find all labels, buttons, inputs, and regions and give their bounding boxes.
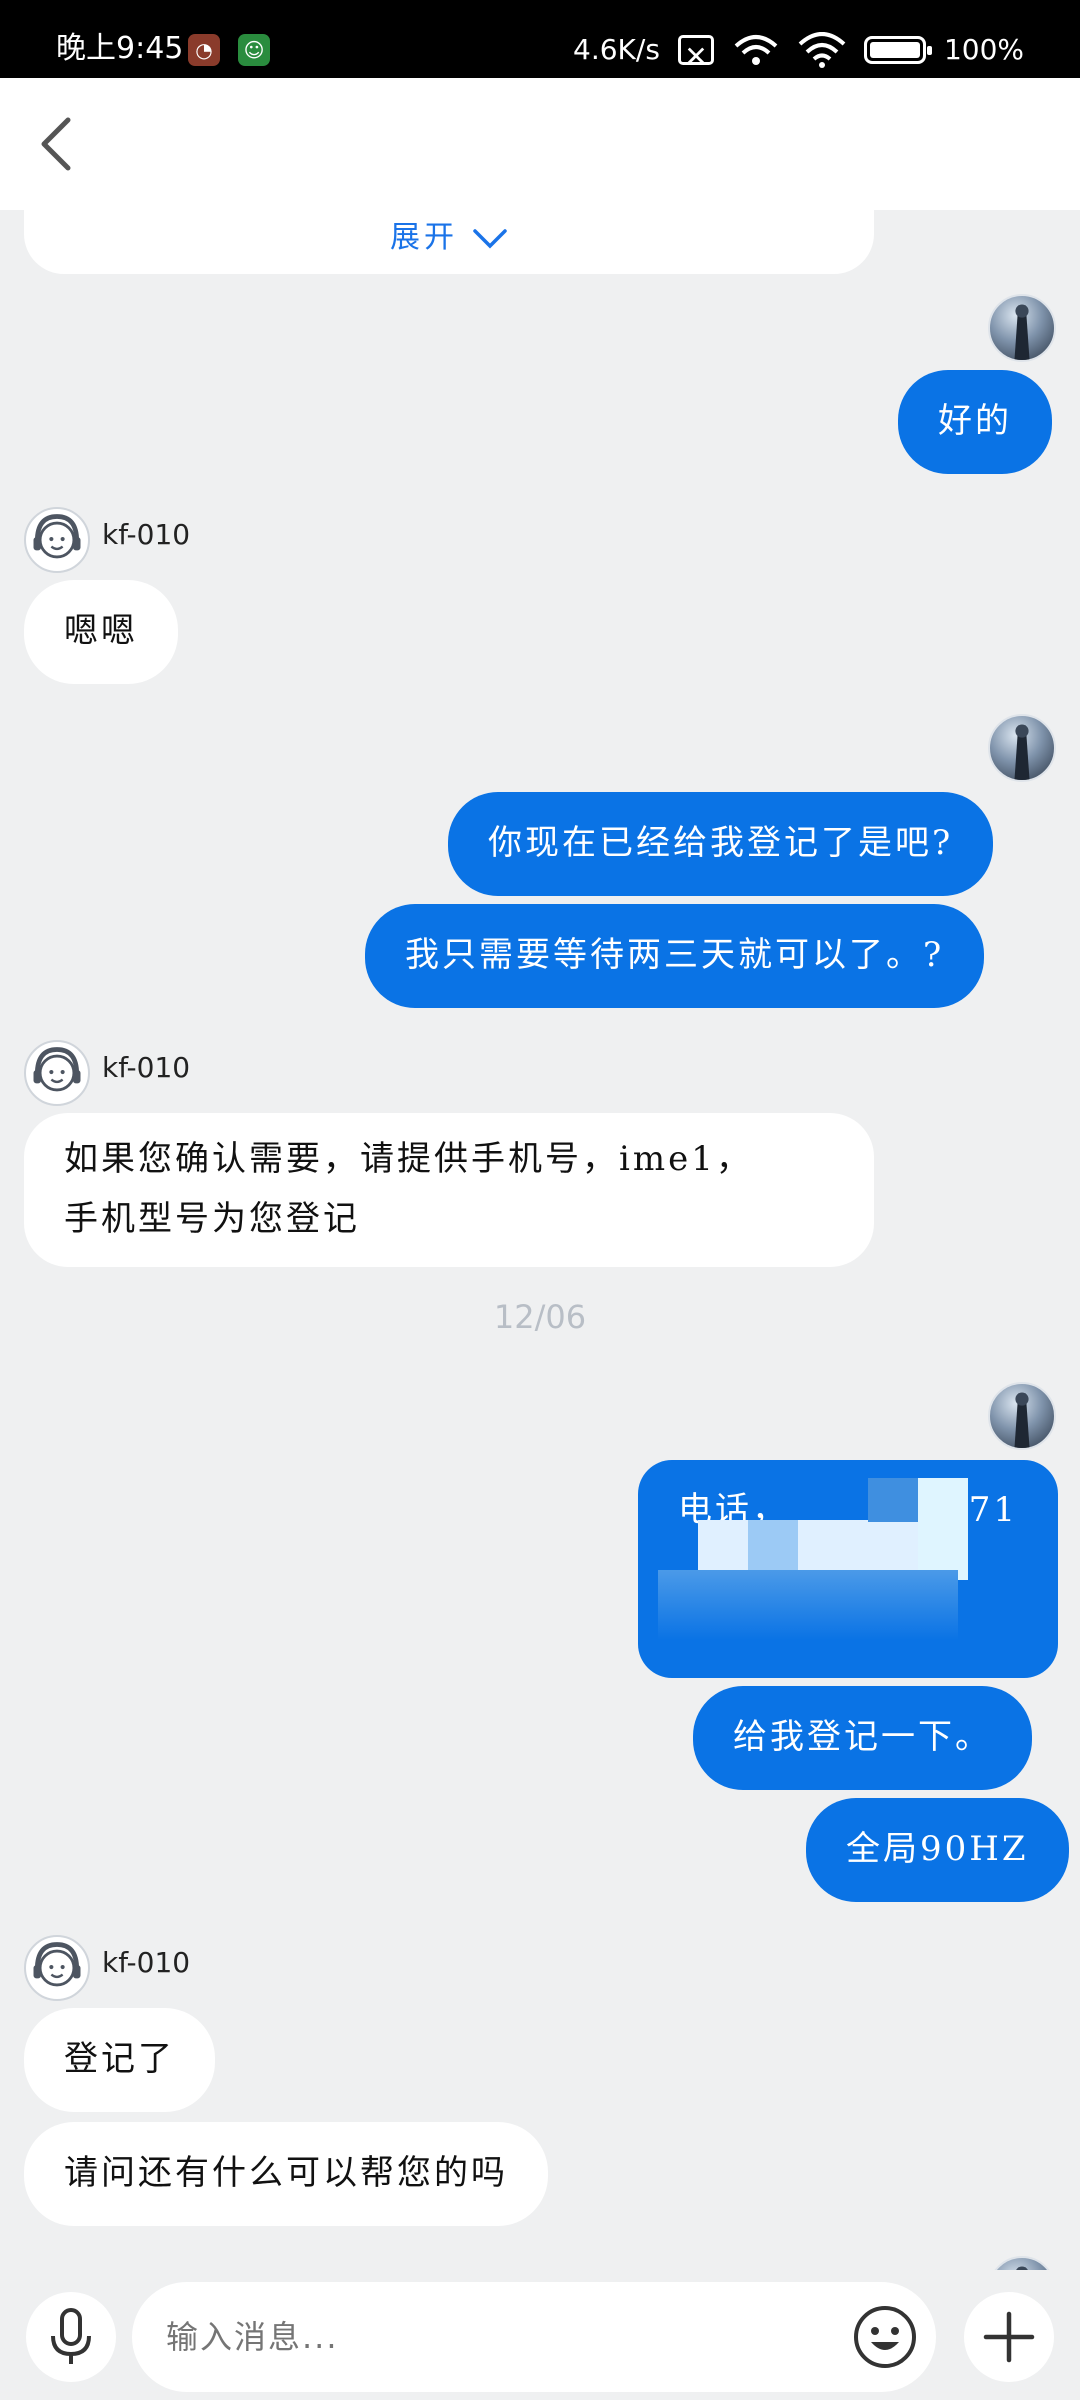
message-bubble[interactable]: 你现在已经给我登记了是吧? <box>448 792 994 896</box>
more-options-button[interactable] <box>964 2292 1054 2382</box>
status-right: 4.6K/s ✕ 100% <box>573 30 1024 73</box>
plus-icon <box>983 2311 1035 2363</box>
wifi-icon <box>798 32 846 68</box>
back-arrow-icon[interactable] <box>28 112 92 176</box>
message-bubble[interactable]: 全局90HZ <box>806 1798 1069 1902</box>
agent-name: kf-010 <box>102 1946 191 1979</box>
date-separator: 12/06 <box>493 1298 587 1336</box>
voice-button[interactable] <box>26 2292 116 2382</box>
app-notification-icon: ◔ <box>188 34 220 66</box>
agent-name: kf-010 <box>102 518 191 551</box>
redaction-mosaic <box>638 1460 1058 1678</box>
user-avatar[interactable] <box>988 2256 1056 2270</box>
microphone-icon <box>51 2308 91 2364</box>
agent-avatar[interactable] <box>24 1040 90 1106</box>
message-line: 手机型号为您登记 <box>64 1199 360 1239</box>
message-bubble[interactable]: 给我登记一下。 <box>693 1686 1032 1790</box>
net-speed: 4.6K/s <box>573 33 660 66</box>
message-bubble[interactable]: 登记了 <box>24 2008 215 2112</box>
android-app-icon: ☺ <box>238 34 270 66</box>
mobile-signal-icon <box>734 35 778 65</box>
message-line: 如果您确认需要，请提供手机号，ime1， <box>64 1139 753 1179</box>
status-time: 晚上9:45 <box>56 31 184 66</box>
emoji-icon[interactable] <box>850 2302 920 2372</box>
status-bar: 晚上9:45 ◔ ☺ 4.6K/s ✕ 100% <box>0 0 1080 78</box>
user-avatar[interactable] <box>988 714 1056 782</box>
message-bubble[interactable]: 我只需要等待两三天就可以了。? <box>365 904 985 1008</box>
agent-avatar[interactable] <box>24 507 90 573</box>
chevron-down-icon <box>473 228 507 248</box>
input-bar <box>0 2270 1080 2400</box>
battery-icon <box>863 36 932 64</box>
message-bubble[interactable]: 请问还有什么可以帮您的吗 <box>24 2122 548 2226</box>
message-bubble[interactable]: 电话， 71 <box>638 1460 1058 1678</box>
agent-avatar[interactable] <box>24 1935 90 2001</box>
expand-button[interactable]: 展开 <box>24 212 874 256</box>
collapsed-message-card: 展开 <box>24 210 874 274</box>
message-bubble[interactable]: 好的 <box>898 370 1052 474</box>
user-avatar[interactable] <box>988 294 1056 362</box>
user-avatar[interactable] <box>988 1382 1056 1450</box>
chat-header <box>0 78 1080 210</box>
message-bubble[interactable]: 如果您确认需要，请提供手机号，ime1， 手机型号为您登记 <box>24 1113 874 1267</box>
expand-label: 展开 <box>390 220 458 255</box>
message-input[interactable] <box>132 2282 936 2392</box>
agent-name: kf-010 <box>102 1051 191 1084</box>
message-bubble[interactable]: 嗯嗯 <box>24 580 178 684</box>
message-list[interactable]: 展开 好的 kf-010 嗯嗯 你现在已经给我登记了是吧? 我只需要等待两三天就… <box>0 210 1080 2270</box>
battery-percent: 100% <box>943 33 1024 66</box>
no-sim-icon: ✕ <box>677 35 714 73</box>
